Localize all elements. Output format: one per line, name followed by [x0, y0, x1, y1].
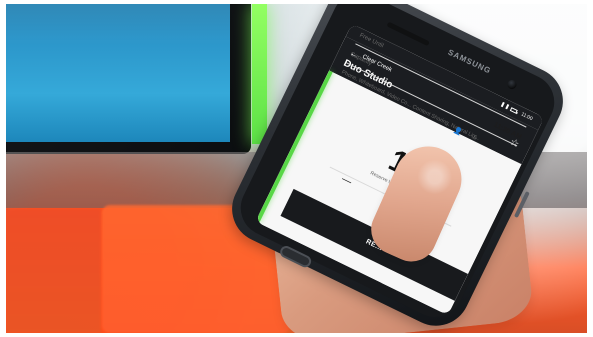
camera-dot: [505, 78, 518, 91]
monitor-green-glow: [252, 4, 267, 144]
phone-brand: SAMSUNG: [446, 47, 493, 76]
photo-scene: SAMSUNG 11:00 ← Clear Creek Duo Studio ☆…: [6, 4, 587, 333]
camera-slot: [386, 21, 430, 47]
orange-blur-left: [6, 209, 101, 333]
monitor-screen: [6, 4, 230, 142]
background-monitor: [6, 4, 251, 154]
